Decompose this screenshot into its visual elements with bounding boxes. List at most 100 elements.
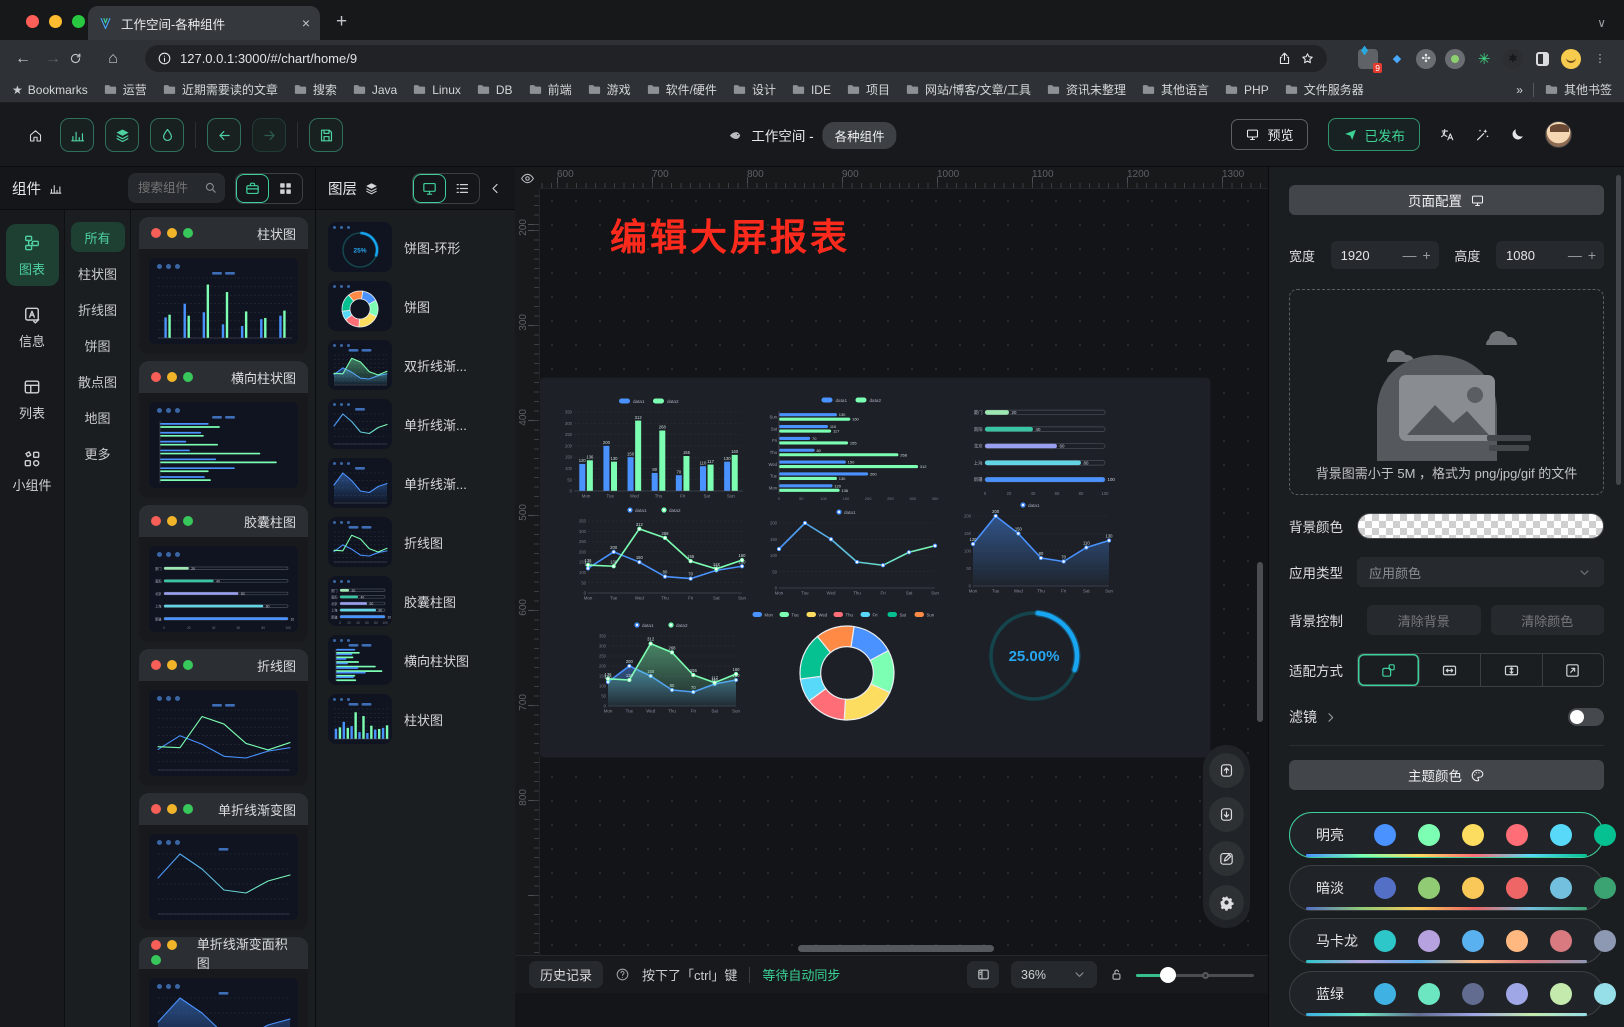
settings-button[interactable]	[1209, 885, 1244, 920]
nav-rail-item[interactable]: 信息	[6, 296, 59, 358]
canvas-chart-donut[interactable]: MonTueWedThuFriSatSun	[743, 608, 951, 723]
filter-toggle[interactable]	[1568, 708, 1604, 726]
category-item[interactable]: 所有	[71, 222, 125, 252]
width-value[interactable]: 1920	[1341, 248, 1397, 263]
layer-item[interactable]: 单折线渐...	[328, 399, 505, 449]
config-panel-button[interactable]	[150, 118, 184, 152]
undo-button[interactable]	[207, 118, 241, 152]
height-minus-button[interactable]: —	[1568, 247, 1582, 263]
slider-knob[interactable]	[1160, 967, 1176, 983]
canvas-chart-line-dual-area[interactable]: 050100150200250300350data1data2120200150…	[592, 618, 744, 718]
ruler-eye-icon[interactable]	[515, 167, 540, 189]
fit-width-button[interactable]	[1420, 654, 1482, 686]
horizontal-scrollbar[interactable]	[798, 945, 994, 952]
layer-item[interactable]: 横向柱状图	[328, 635, 505, 685]
reload-icon[interactable]	[68, 51, 98, 66]
bookmark-folder[interactable]: 运营	[103, 81, 147, 98]
category-item[interactable]: 饼图	[71, 330, 125, 360]
collapse-panel-icon[interactable]	[488, 181, 503, 196]
screen-title-text[interactable]: 编辑大屏报表	[610, 207, 850, 261]
filter-label[interactable]: 滤镜	[1289, 707, 1338, 727]
component-search[interactable]	[128, 173, 225, 203]
forward-icon[interactable]: →	[38, 50, 68, 68]
bookmark-star-icon[interactable]	[1300, 51, 1315, 66]
layer-item[interactable]: 单折线渐...	[328, 458, 505, 508]
bookmarks-overflow-chevron[interactable]: »	[1516, 83, 1523, 97]
tab-close-icon[interactable]: ×	[302, 15, 310, 31]
bookmark-folder[interactable]: Linux	[412, 82, 461, 97]
layer-item[interactable]: 25% 饼图-环形	[328, 222, 505, 272]
extension-kite-icon[interactable]: ◆	[1387, 49, 1407, 69]
layers-panel-button[interactable]	[105, 118, 139, 152]
component-card[interactable]: 折线图	[139, 649, 308, 786]
magic-wand-icon[interactable]	[1475, 127, 1490, 142]
home-icon[interactable]: ⌂	[98, 50, 128, 68]
site-info-icon[interactable]	[157, 51, 172, 66]
single-view-button[interactable]	[236, 174, 269, 203]
component-card[interactable]: 胶囊柱图 20厦门40南阳60北京80上海100新疆020406080100	[139, 505, 308, 642]
bookmark-folder[interactable]: 项目	[846, 81, 890, 98]
nav-rail-item[interactable]: 列表	[6, 368, 59, 430]
layer-item[interactable]: 20厦门40南阳60北京80上海100新疆020406080100 胶囊柱图	[328, 576, 505, 626]
component-card[interactable]: 单折线渐变面积图	[139, 937, 308, 1027]
bookmark-folder[interactable]: 资讯未整理	[1046, 81, 1126, 98]
layer-item[interactable]: 折线图	[328, 517, 505, 567]
publish-button[interactable]: 已发布	[1328, 118, 1421, 151]
canvas-chart-line-dual[interactable]: 050100150200250300350data1data2120200150…	[572, 503, 750, 605]
component-card[interactable]: 横向柱状图	[139, 361, 308, 498]
extension-dot-icon[interactable]	[1445, 49, 1465, 69]
height-stepper[interactable]: 1080 — +	[1496, 241, 1604, 269]
preview-button[interactable]: 预览	[1231, 119, 1307, 150]
dark-mode-moon-icon[interactable]	[1510, 127, 1525, 142]
nav-rail-item[interactable]: 图表	[6, 224, 59, 286]
bookmark-folder[interactable]: 文件服务器	[1284, 81, 1364, 98]
bookmark-folder[interactable]: DB	[476, 82, 513, 97]
nav-rail-item[interactable]: 小组件	[6, 440, 59, 502]
app-type-select[interactable]: 应用颜色	[1357, 557, 1604, 587]
layer-item[interactable]: 双折线渐...	[328, 340, 505, 390]
translate-icon[interactable]	[1440, 127, 1455, 142]
height-plus-button[interactable]: +	[1588, 247, 1596, 263]
grid-view-button[interactable]	[269, 174, 302, 203]
browser-tab[interactable]: 工作空间-各种组件 ×	[88, 6, 320, 40]
canvas-chart-capsule[interactable]: 20厦门40南阳60北京80上海100新疆020406080100	[963, 396, 1121, 501]
help-icon[interactable]	[615, 967, 630, 982]
canvas-chart-bar[interactable]: 050100150200250300350data1data2120136Mon…	[558, 393, 748, 503]
history-button[interactable]: 历史记录	[529, 961, 603, 988]
lock-icon[interactable]	[1109, 967, 1124, 982]
background-upload-dropzone[interactable]: 背景图需小于 5M ，格式为 png/jpg/gif 的文件	[1289, 289, 1604, 495]
editor-canvas[interactable]: 6007008009001000110012001300 20030040050…	[515, 167, 1268, 1027]
width-stepper[interactable]: 1920 — +	[1331, 241, 1439, 269]
extension-circle-icon[interactable]: ✣	[1416, 49, 1436, 69]
component-card[interactable]: 单折线渐变图	[139, 793, 308, 930]
redo-button[interactable]	[252, 118, 286, 152]
canvas-chart-hbar[interactable]: data1data2130160Sun110117Sat70155Fri8026…	[763, 393, 948, 503]
bottom-panel-button[interactable]	[967, 961, 999, 988]
width-minus-button[interactable]: —	[1402, 247, 1416, 263]
clear-color-button[interactable]: 清除颜色	[1491, 605, 1605, 635]
width-plus-button[interactable]: +	[1422, 247, 1430, 263]
category-item[interactable]: 折线图	[71, 294, 125, 324]
clear-background-button[interactable]: 清除背景	[1367, 605, 1481, 635]
canvas-chart-ring[interactable]: 25.00%	[983, 605, 1085, 707]
theme-row[interactable]: 暗淡	[1289, 865, 1604, 911]
bookmark-folder[interactable]: Java	[352, 82, 397, 97]
bookmark-folder[interactable]: 近期需要读的文章	[162, 81, 278, 98]
save-button[interactable]	[309, 118, 343, 152]
height-value[interactable]: 1080	[1506, 248, 1562, 263]
layer-item[interactable]: 柱状图	[328, 694, 505, 744]
browser-menu-icon[interactable]: ⋮	[1590, 49, 1610, 69]
import-button[interactable]	[1209, 753, 1244, 788]
category-item[interactable]: 柱状图	[71, 258, 125, 288]
other-bookmarks[interactable]: 其他书签	[1544, 81, 1612, 98]
fit-height-button[interactable]	[1481, 654, 1543, 686]
theme-color-header[interactable]: 主题颜色	[1289, 760, 1604, 790]
bookmark-folder[interactable]: 游戏	[587, 81, 631, 98]
list-view-button[interactable]	[446, 174, 479, 203]
bookmarks-root[interactable]: ★ Bookmarks	[12, 83, 88, 97]
extension-star-icon[interactable]: ✳	[1474, 49, 1494, 69]
bookmark-folder[interactable]: IDE	[791, 82, 831, 97]
page-config-header[interactable]: 页面配置	[1289, 185, 1604, 215]
bookmark-folder[interactable]: 网站/博客/文章/工具	[905, 81, 1031, 98]
sidebar-toggle-icon[interactable]	[1532, 49, 1552, 69]
